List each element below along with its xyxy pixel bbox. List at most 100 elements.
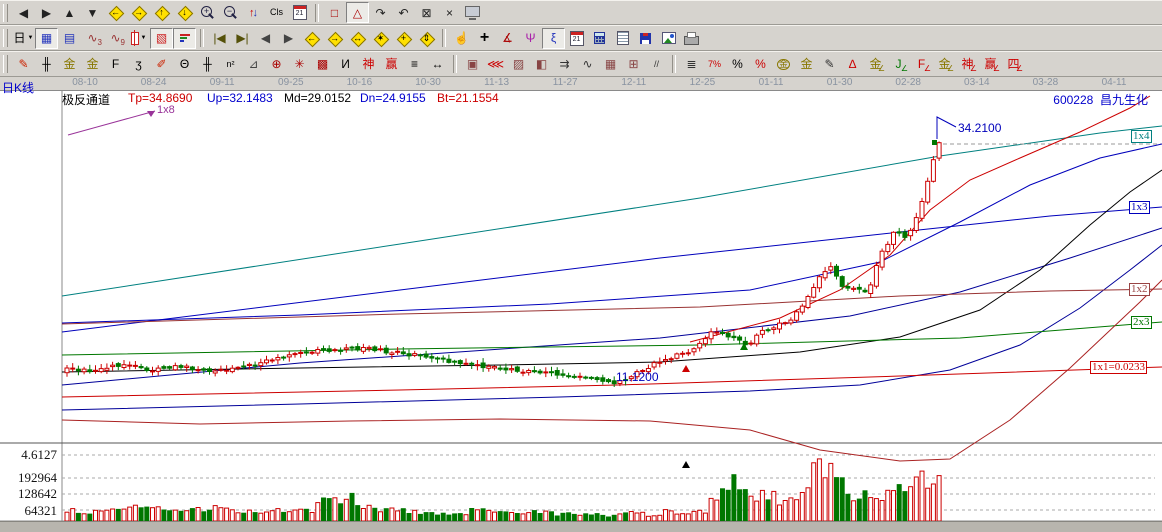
diamond-left2-button[interactable]: ←	[300, 28, 323, 49]
spiral-button[interactable]: ʒ	[127, 54, 150, 75]
wave-count-button[interactable]: И	[334, 54, 357, 75]
ruler-123-button[interactable]: ≡	[403, 54, 426, 75]
diamond-down-button[interactable]: ↓	[173, 2, 196, 23]
rotate-cw-button[interactable]: ↷	[369, 2, 392, 23]
gold-angle2-button[interactable]: 金∠	[933, 54, 956, 75]
last-bar-button[interactable]: ▶|	[231, 28, 254, 49]
multiwindow-button[interactable]: ▦	[35, 28, 58, 49]
diamond-right2-button[interactable]: →	[323, 28, 346, 49]
time-cycle-button[interactable]: Θ	[173, 54, 196, 75]
price-updown-button[interactable]: ↑↓	[242, 2, 265, 23]
shen-tool-button[interactable]: 神	[357, 54, 380, 75]
grid-arrow-button[interactable]: ⊞	[622, 54, 645, 75]
draw-rect-button[interactable]: □	[323, 2, 346, 23]
first-bar-button[interactable]: |◀	[208, 28, 231, 49]
pen2-button[interactable]: ✎	[818, 54, 841, 75]
f-angle-button[interactable]: F∠	[910, 54, 933, 75]
percent7-button[interactable]: 7%	[703, 54, 726, 75]
zoom-out-button[interactable]: −	[219, 2, 242, 23]
cls-button[interactable]: Cls	[265, 2, 288, 23]
fibonacci-button[interactable]: F	[104, 54, 127, 75]
calculator-button[interactable]	[588, 28, 611, 49]
golden-grid2-button[interactable]: 金	[81, 54, 104, 75]
diamond-compress-button[interactable]: ✶	[369, 28, 392, 49]
box-rays-button[interactable]: ◧	[530, 54, 553, 75]
diamond-cross-button[interactable]: +	[392, 28, 415, 49]
j-angle-button[interactable]: J∠	[887, 54, 910, 75]
print-button[interactable]	[680, 28, 703, 49]
angle-tool-button[interactable]: ∡	[496, 28, 519, 49]
golden-grid-button[interactable]: 金	[58, 54, 81, 75]
diamond-right-button[interactable]: →	[127, 2, 150, 23]
spider-web-button[interactable]: ✳	[288, 54, 311, 75]
candle-style-dropdown[interactable]: ▼	[127, 28, 150, 49]
notepad-button[interactable]	[611, 28, 634, 49]
gann-ticks-button[interactable]: ╫	[35, 54, 58, 75]
shen-angle-button[interactable]: 神∠	[956, 54, 979, 75]
percent-button[interactable]: %	[726, 54, 749, 75]
scroll-right-button[interactable]: ▶	[35, 2, 58, 23]
zoom-in-button[interactable]: +	[196, 2, 219, 23]
ying-angle-button[interactable]: 赢∠	[979, 54, 1002, 75]
percent-lines-button[interactable]: %	[749, 54, 772, 75]
chart-canvas[interactable]	[0, 77, 1162, 531]
annotation-label: 11.1200	[616, 371, 659, 383]
boxed-x-button[interactable]: ⊠	[415, 2, 438, 23]
draw-triangle-button[interactable]: △	[346, 2, 369, 23]
speed-resistance-button[interactable]: ∆	[841, 54, 864, 75]
toolbar-grip[interactable]	[3, 4, 8, 22]
calendar-button[interactable]: 21	[288, 2, 311, 23]
boxed-web-button[interactable]: ▩	[311, 54, 334, 75]
h-measure-button[interactable]: ↔	[426, 54, 449, 75]
pattern-tool-button[interactable]: Ψ	[519, 28, 542, 49]
page-down-button[interactable]: ▼	[81, 2, 104, 23]
grid-button[interactable]: ▦	[599, 54, 622, 75]
info-panel-button[interactable]: ▤	[58, 28, 81, 49]
cycle9-button[interactable]: ∿9	[104, 28, 127, 49]
gann-circle-button[interactable]: ⊕	[265, 54, 288, 75]
parallel-lines-button[interactable]: //	[645, 54, 668, 75]
pen-ruler-button[interactable]: ✐	[150, 54, 173, 75]
screen-button[interactable]	[461, 2, 484, 23]
next-bar-button[interactable]: ▶	[277, 28, 300, 49]
calendar2-button[interactable]: 21	[565, 28, 588, 49]
pen-tool-button[interactable]: ✎	[12, 54, 35, 75]
bottom-scrollbar[interactable]	[0, 521, 1162, 532]
export-image-button[interactable]	[657, 28, 680, 49]
diamond-hspan-button[interactable]: ↔	[346, 28, 369, 49]
diamond-left-button[interactable]: ←	[104, 2, 127, 23]
stock-title: 600228 昌九生化	[1053, 91, 1148, 108]
arrow-fan-button[interactable]: ⇉	[553, 54, 576, 75]
color-chart-button[interactable]	[173, 28, 196, 49]
smart-tool-button[interactable]: ξ	[542, 28, 565, 49]
mirror-angle-button[interactable]: ⊿	[242, 54, 265, 75]
crosshair-button[interactable]: +	[473, 28, 496, 49]
diamond-vspan-button[interactable]: ⇕	[415, 28, 438, 49]
save-button[interactable]	[634, 28, 657, 49]
kline-red-button[interactable]: ▧	[150, 28, 173, 49]
prev-bar-button[interactable]: ◀	[254, 28, 277, 49]
ray-fan-button[interactable]: ⋘	[484, 54, 507, 75]
zigzag-button[interactable]: ∿	[576, 54, 599, 75]
gold-circle-button[interactable]: 金	[772, 54, 795, 75]
tick-ruler-button[interactable]: ╫	[196, 54, 219, 75]
gold-lines-button[interactable]: 金	[795, 54, 818, 75]
period-day-dropdown[interactable]: 日▼	[12, 28, 35, 49]
hand-tool-button[interactable]: ☝	[450, 28, 473, 49]
gann-box-button[interactable]: ▨	[507, 54, 530, 75]
date-axis[interactable]: 08-1008-2409-1109-2510-1610-3011-1311-27…	[0, 77, 1162, 91]
collapse-button[interactable]: ×	[438, 2, 461, 23]
four-angle-button[interactable]: 四∠	[1002, 54, 1025, 75]
ying-tool-button[interactable]: 赢	[380, 54, 403, 75]
scroll-left-button[interactable]: ◀	[12, 2, 35, 23]
diamond-up-button[interactable]: ↑	[150, 2, 173, 23]
gold-angle-button[interactable]: 金∠	[864, 54, 887, 75]
page-up-button[interactable]: ▲	[58, 2, 81, 23]
rotate-ccw-button[interactable]: ↶	[392, 2, 415, 23]
n-square-button[interactable]: n²	[219, 54, 242, 75]
toolbar-grip[interactable]	[3, 29, 8, 47]
rect-handles-button[interactable]: ▣	[461, 54, 484, 75]
toolbar-grip[interactable]	[3, 55, 8, 73]
cycle3-button[interactable]: ∿3	[81, 28, 104, 49]
price-steps-button[interactable]: ≣	[680, 54, 703, 75]
